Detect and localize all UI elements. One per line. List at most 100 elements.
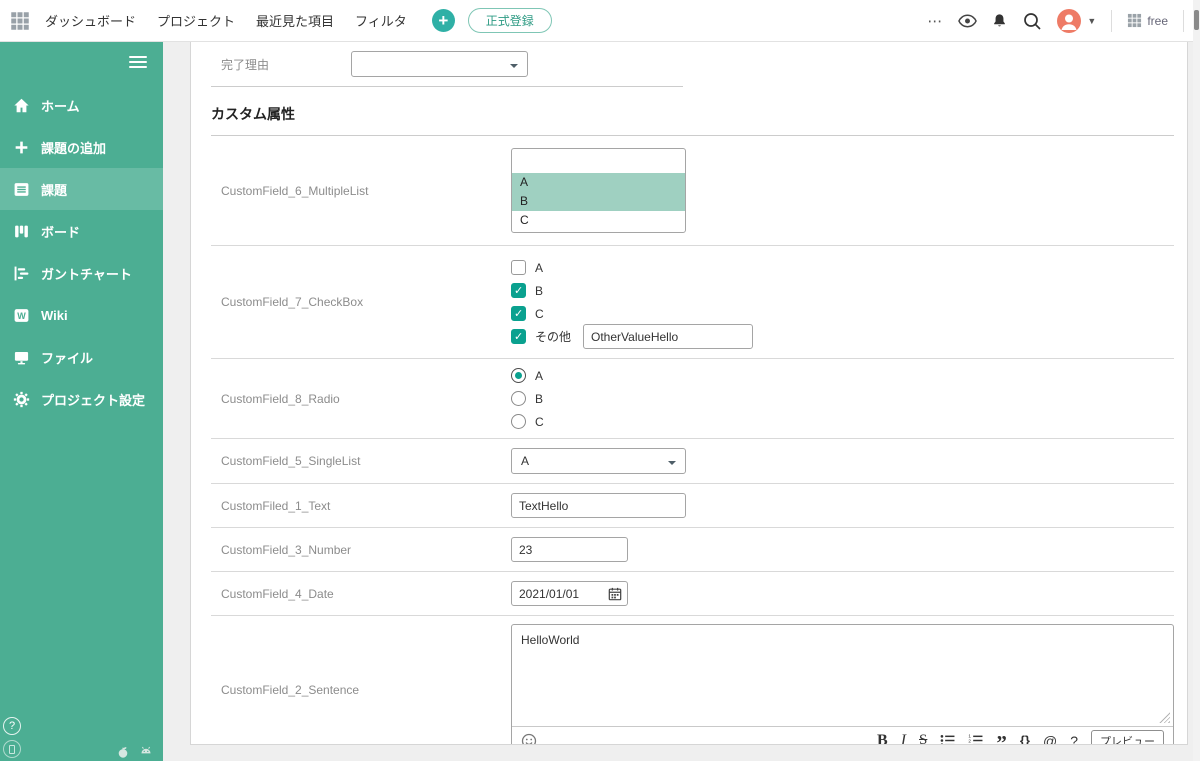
search-icon[interactable] (1022, 11, 1042, 31)
strikethrough-button[interactable]: S (919, 733, 927, 745)
calendar-icon[interactable] (608, 587, 622, 601)
sidebar-item-wiki[interactable]: W Wiki (0, 294, 163, 336)
radio-label[interactable]: B (535, 392, 543, 406)
scrollbar-thumb[interactable] (1194, 10, 1199, 30)
help-button[interactable]: ? (3, 717, 21, 735)
sidebar-item-files[interactable]: ファイル (0, 336, 163, 378)
radio-option-a[interactable]: A (511, 367, 1174, 384)
nav-filter[interactable]: フィルタ (355, 11, 407, 30)
issue-form-card: 完了理由 カスタム属性 CustomField_6_MultipleList A… (190, 42, 1188, 745)
field-row-radio: CustomField_8_Radio A B C (211, 358, 1174, 438)
nav-projects[interactable]: プロジェクト (157, 11, 235, 30)
nav-dashboard[interactable]: ダッシュボード (45, 11, 136, 30)
app-logo-icon[interactable] (10, 11, 30, 31)
checkbox-icon[interactable] (511, 329, 526, 344)
checkbox-label[interactable]: C (535, 307, 544, 321)
radio-option-b[interactable]: B (511, 390, 1174, 407)
checkbox-option-b[interactable]: B (511, 282, 1174, 299)
custom-fields: CustomField_6_MultipleList A B C CustomF… (211, 135, 1174, 745)
plan-indicator[interactable]: free (1127, 13, 1168, 28)
sidebar-item-add-issue[interactable]: 課題の追加 (0, 126, 163, 168)
overflow-menu-icon[interactable]: ⋯ (927, 12, 943, 30)
radio-option-c[interactable]: C (511, 413, 1174, 430)
radio-icon[interactable] (511, 368, 526, 383)
checkbox-icon[interactable] (511, 306, 526, 321)
sidebar-item-gantt[interactable]: ガントチャート (0, 252, 163, 294)
page-scrollbar[interactable] (1193, 0, 1200, 761)
wiki-icon: W (13, 307, 30, 324)
number-input[interactable] (511, 537, 628, 562)
mobile-app-button[interactable] (3, 740, 21, 758)
multiple-list-box[interactable]: A B C (511, 148, 686, 233)
sidebar-item-issues[interactable]: 課題 (0, 168, 163, 210)
list-option-a[interactable]: A (512, 173, 685, 192)
menu-icon[interactable] (129, 56, 147, 68)
preview-button[interactable]: プレビュー (1091, 730, 1164, 746)
mention-button[interactable]: @ (1043, 734, 1057, 746)
list-option-c[interactable]: C (512, 211, 685, 230)
field-label: CustomField_7_CheckBox (211, 295, 511, 309)
issue-list-icon (13, 181, 30, 198)
sidebar-item-board[interactable]: ボード (0, 210, 163, 252)
italic-button[interactable]: I (901, 733, 906, 746)
quote-button[interactable]: ” (996, 731, 1007, 745)
completion-reason-select[interactable] (351, 51, 528, 77)
single-list-select[interactable]: A (511, 448, 686, 474)
sidebar-item-project-settings[interactable]: プロジェクト設定 (0, 378, 163, 420)
ordered-list-icon[interactable]: 123 (968, 734, 983, 745)
radio-label[interactable]: A (535, 369, 543, 383)
home-icon (13, 97, 30, 114)
sentence-textarea[interactable]: HelloWorld (512, 625, 1173, 726)
topbar-right-cluster: ⋯ ▼ free (927, 9, 1184, 33)
plus-icon (13, 139, 30, 156)
gear-icon (13, 391, 30, 408)
checkbox-option-a[interactable]: A (511, 259, 1174, 276)
plan-label: free (1147, 14, 1168, 28)
other-value-input[interactable] (583, 324, 753, 349)
checkbox-option-other[interactable]: その他 (511, 328, 1174, 345)
nav-recently-viewed[interactable]: 最近見た項目 (256, 11, 334, 30)
bold-button[interactable]: B (877, 733, 888, 746)
notifications-bell-icon[interactable] (992, 13, 1007, 28)
radio-label[interactable]: C (535, 415, 544, 429)
emoji-icon[interactable] (521, 733, 537, 746)
checkbox-label[interactable]: その他 (535, 328, 571, 345)
avatar[interactable] (1057, 9, 1081, 33)
chevron-down-icon (668, 461, 676, 469)
global-add-button[interactable]: + (432, 9, 455, 32)
checkbox-option-c[interactable]: C (511, 305, 1174, 322)
field-label: CustomField_3_Number (211, 543, 511, 557)
radio-icon[interactable] (511, 391, 526, 406)
apple-icon[interactable] (116, 745, 130, 759)
list-option-empty[interactable] (512, 151, 685, 173)
list-option-b[interactable]: B (512, 192, 685, 211)
sidebar-item-home[interactable]: ホーム (0, 84, 163, 126)
bullet-list-icon[interactable] (940, 734, 955, 745)
editor-help-button[interactable]: ? (1070, 734, 1078, 746)
field-row-text: CustomFiled_1_Text (211, 483, 1174, 527)
board-icon (13, 223, 30, 240)
watch-eye-icon[interactable] (958, 14, 977, 28)
user-menu[interactable]: ▼ (1057, 9, 1096, 33)
checkbox-icon[interactable] (511, 260, 526, 275)
field-row-checkbox: CustomField_7_CheckBox A B C (211, 245, 1174, 358)
text-input[interactable] (511, 493, 686, 518)
radio-icon[interactable] (511, 414, 526, 429)
checkbox-label[interactable]: A (535, 261, 543, 275)
chevron-down-icon (510, 64, 518, 72)
sidebar-item-label: 課題 (41, 180, 67, 199)
completion-reason-row: 完了理由 (211, 42, 1174, 86)
register-button[interactable]: 正式登録 (468, 8, 552, 33)
gantt-chart-icon (13, 265, 30, 282)
editor-toolbar: B I S 123 ” {} (512, 726, 1173, 745)
checkbox-icon[interactable] (511, 283, 526, 298)
single-list-value: A (521, 454, 529, 468)
android-icon[interactable] (139, 745, 153, 759)
sidebar-item-label: Wiki (41, 308, 68, 323)
checkbox-label[interactable]: B (535, 284, 543, 298)
chevron-down-icon[interactable]: ▼ (1087, 16, 1096, 26)
sidebar-menu: ホーム 課題の追加 課題 ボード ガントチャート (0, 84, 163, 420)
code-braces-button[interactable]: {} (1020, 734, 1030, 745)
top-bar: ダッシュボード プロジェクト 最近見た項目 フィルタ + 正式登録 ⋯ ▼ fr… (0, 0, 1200, 42)
field-row-sentence: CustomField_2_Sentence HelloWorld B I (211, 615, 1174, 745)
